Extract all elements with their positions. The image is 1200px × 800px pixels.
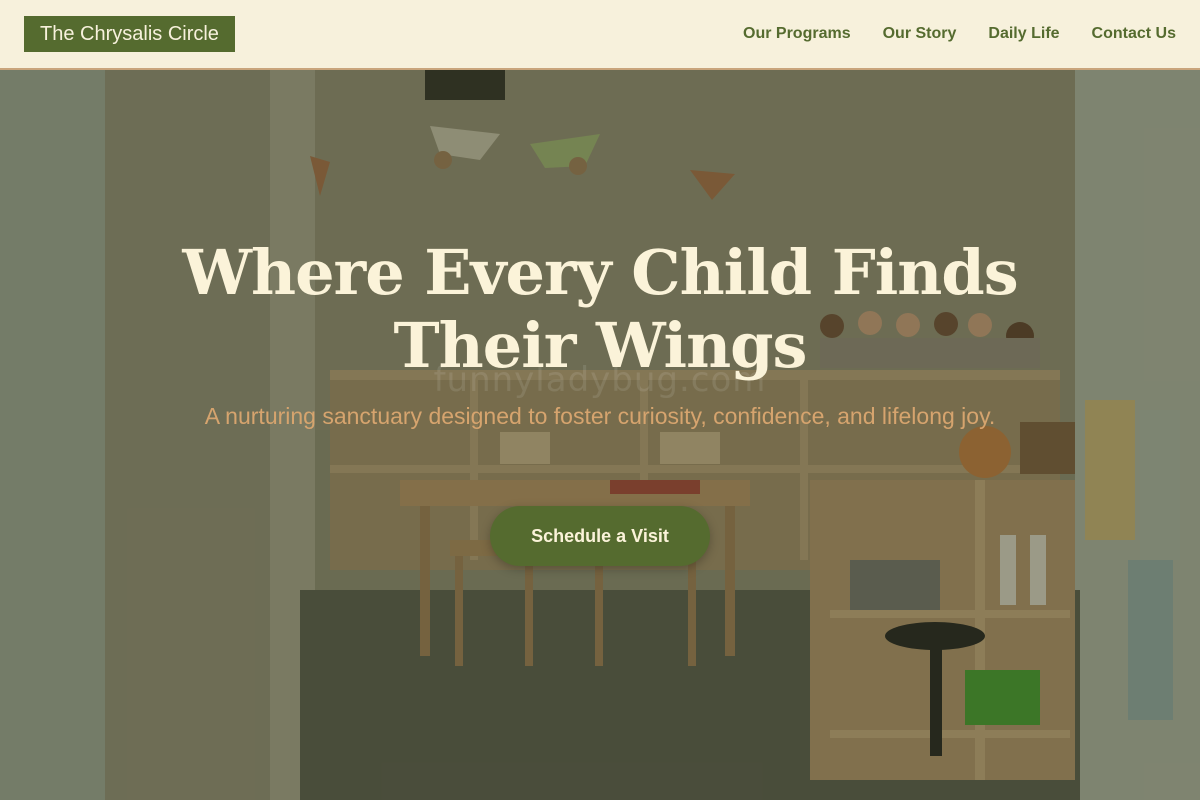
nav-link-our-story[interactable]: Our Story [883, 25, 957, 43]
nav-link-contact-us[interactable]: Contact Us [1092, 25, 1176, 43]
hero-headline: Where Every Child Finds Their Wings [182, 236, 1018, 382]
hero-section: funnyladybug.com Where Every Child Finds… [0, 70, 1200, 800]
hero-subtitle: A nurturing sanctuary designed to foster… [204, 403, 996, 429]
nav-link-daily-life[interactable]: Daily Life [988, 25, 1059, 43]
main-nav: Our Programs Our Story Daily Life Contac… [711, 25, 1176, 43]
site-logo[interactable]: The Chrysalis Circle [24, 16, 235, 52]
schedule-visit-button[interactable]: Schedule a Visit [490, 506, 710, 566]
nav-link-our-programs[interactable]: Our Programs [743, 25, 851, 43]
hero-content: funnyladybug.com Where Every Child Finds… [0, 70, 1200, 800]
site-header: The Chrysalis Circle Our Programs Our St… [0, 0, 1200, 70]
